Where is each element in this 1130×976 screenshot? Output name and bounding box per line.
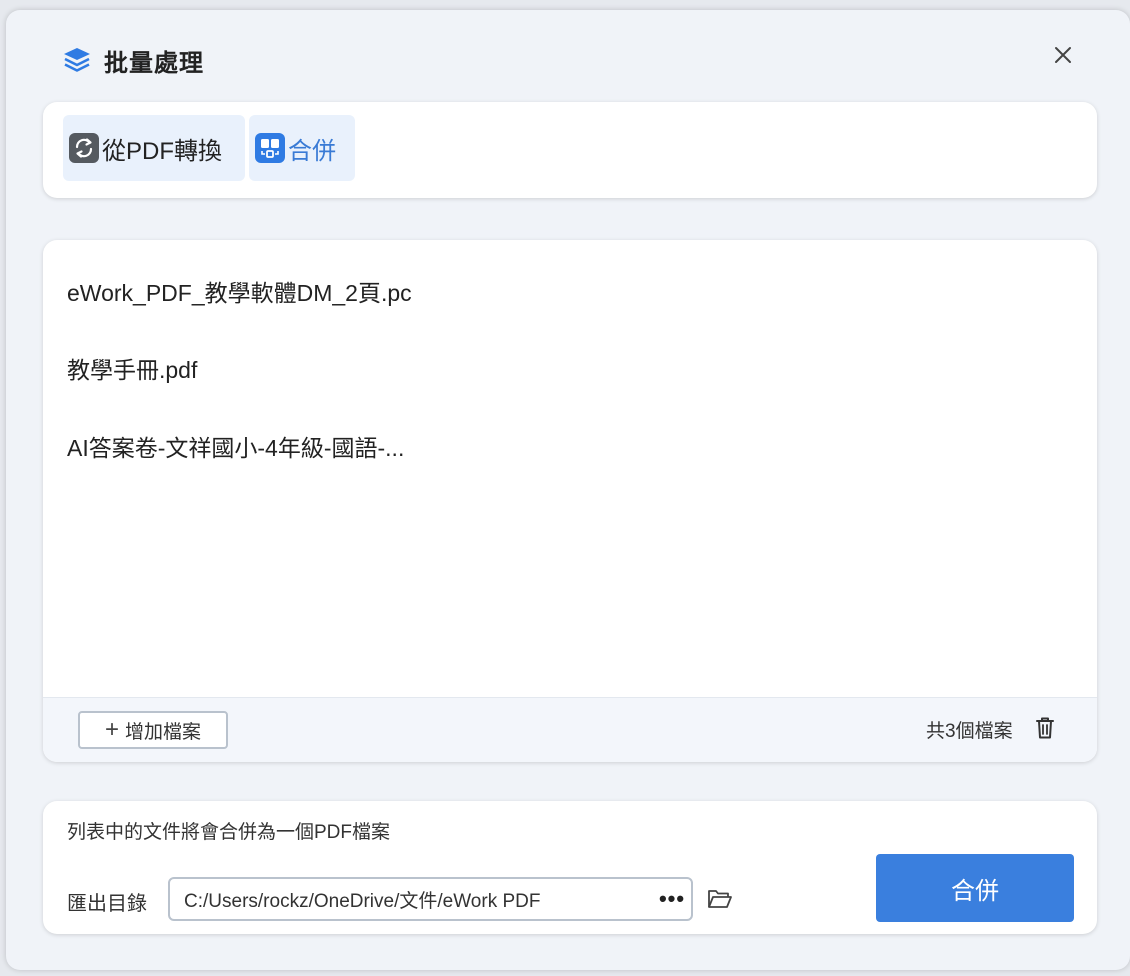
merge-info-text: 列表中的文件將會合併為一個PDF檔案 xyxy=(67,822,391,843)
more-options-button[interactable]: ••• xyxy=(654,879,690,919)
file-list: eWork_PDF_教學軟體DM_2頁.pc 教學手冊.pdf AI答案卷-文祥… xyxy=(43,240,1097,696)
list-item[interactable]: eWork_PDF_教學軟體DM_2頁.pc xyxy=(67,274,427,308)
file-list-footer: + 增加檔案 共3個檔案 xyxy=(43,697,1097,762)
plus-icon: + xyxy=(104,716,119,743)
list-item[interactable]: AI答案卷-文祥國小-4年級-國語-... xyxy=(67,429,427,463)
tab-merge[interactable]: 合併 xyxy=(249,115,355,181)
layers-icon xyxy=(62,45,92,75)
close-icon xyxy=(1055,47,1071,63)
file-count: 共3個檔案 xyxy=(926,721,1013,742)
tab-label: 合併 xyxy=(288,137,336,165)
merge-button[interactable]: 合併 xyxy=(876,854,1074,922)
list-item[interactable]: 教學手冊.pdf xyxy=(67,351,427,385)
folder-open-icon xyxy=(708,890,732,908)
dialog-title: 批量處理 xyxy=(104,49,204,77)
convert-icon xyxy=(69,133,99,163)
export-path-field[interactable]: ••• xyxy=(168,877,693,921)
tab-convert-from-pdf[interactable]: 從PDF轉換 xyxy=(63,115,245,181)
export-directory-label: 匯出目錄 xyxy=(67,893,147,915)
add-file-button[interactable]: + 增加檔案 xyxy=(78,711,228,749)
mode-tabs: 從PDF轉換 合併 xyxy=(43,102,1097,198)
export-path-input[interactable] xyxy=(184,879,644,919)
dialog-header: 批量處理 xyxy=(62,40,204,80)
clear-files-button[interactable] xyxy=(1033,714,1057,742)
add-file-label: 增加檔案 xyxy=(125,721,202,743)
browse-folder-button[interactable] xyxy=(705,886,735,912)
close-button[interactable] xyxy=(1050,40,1076,70)
trash-icon xyxy=(1036,717,1054,739)
tab-label: 從PDF轉換 xyxy=(102,137,222,165)
batch-dialog: 批量處理 從PDF轉換 合併 eWork_PDF_教學軟體DM_2頁.pc 教學… xyxy=(6,10,1130,970)
output-panel: 列表中的文件將會合併為一個PDF檔案 匯出目錄 ••• 合併 xyxy=(43,801,1097,934)
file-list-panel: eWork_PDF_教學軟體DM_2頁.pc 教學手冊.pdf AI答案卷-文祥… xyxy=(43,240,1097,762)
merge-icon xyxy=(255,133,285,163)
